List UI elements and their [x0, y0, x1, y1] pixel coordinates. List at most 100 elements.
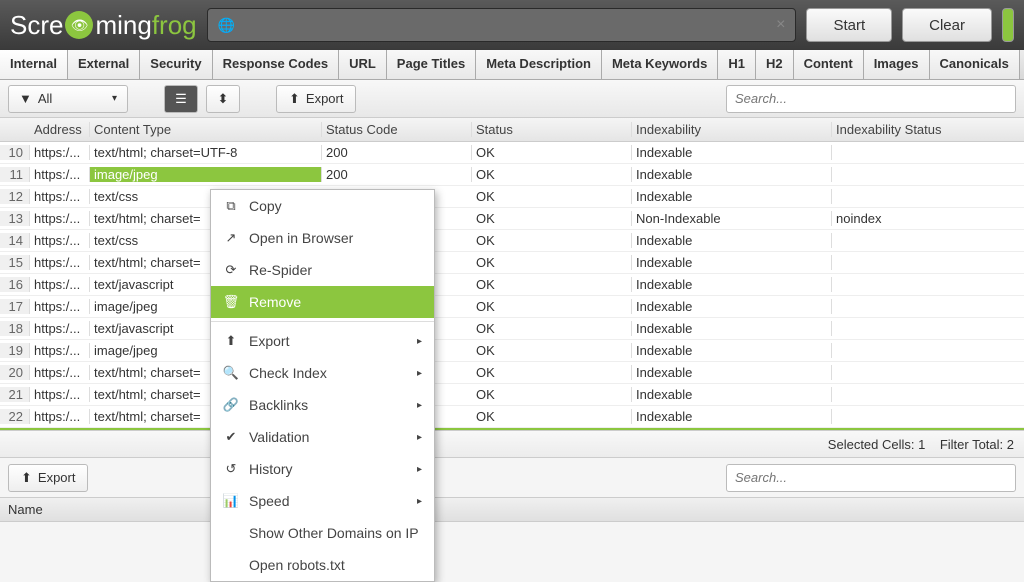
col-status-code[interactable]: Status Code	[322, 122, 472, 137]
cell-indexability[interactable]: Indexable	[632, 387, 832, 402]
cm-check-index[interactable]: 🔍Check Index▸	[211, 357, 434, 389]
cell-status[interactable]: OK	[472, 255, 632, 270]
tab-page-titles[interactable]: Page Titles	[387, 50, 476, 79]
col-indexability[interactable]: Indexability	[632, 122, 832, 137]
cell-content-type[interactable]: text/html; charset=UTF-8	[90, 145, 322, 160]
cell-status[interactable]: OK	[472, 409, 632, 424]
tab-canonicals[interactable]: Canonicals	[930, 50, 1020, 79]
cm-other-domains[interactable]: Show Other Domains on IP	[211, 517, 434, 549]
cm-copy[interactable]: ⧉Copy	[211, 190, 434, 222]
col-indexability-status[interactable]: Indexability Status	[832, 122, 1024, 137]
cm-history[interactable]: ↺History▸	[211, 453, 434, 485]
table-row[interactable]: 21https:/...text/html; charset=OKIndexab…	[0, 384, 1024, 406]
cm-backlinks[interactable]: 🔗Backlinks▸	[211, 389, 434, 421]
tab-images[interactable]: Images	[864, 50, 930, 79]
clear-url-icon[interactable]: ×	[776, 16, 785, 34]
cell-status[interactable]: OK	[472, 343, 632, 358]
cell-address[interactable]: https:/...	[30, 299, 90, 314]
cell-address[interactable]: https:/...	[30, 189, 90, 204]
cell-address[interactable]: https:/...	[30, 277, 90, 292]
cell-indexability[interactable]: Indexable	[632, 299, 832, 314]
cm-export[interactable]: ⬆Export▸	[211, 325, 434, 357]
tab-external[interactable]: External	[68, 50, 140, 79]
url-input[interactable]: 🌐 ×	[207, 8, 797, 42]
table-row[interactable]: 16https:/...text/javascriptOKIndexable	[0, 274, 1024, 296]
clear-button[interactable]: Clear	[902, 8, 992, 42]
table-row[interactable]: 22https:/...text/html; charset=OKIndexab…	[0, 406, 1024, 428]
cell-status[interactable]: OK	[472, 321, 632, 336]
cell-indexability[interactable]: Non-Indexable	[632, 211, 832, 226]
list-view-button[interactable]: ☰	[164, 85, 198, 113]
col-content-type[interactable]: Content Type	[90, 122, 322, 137]
start-button[interactable]: Start	[806, 8, 892, 42]
col-status[interactable]: Status	[472, 122, 632, 137]
cell-indexability[interactable]: Indexable	[632, 255, 832, 270]
cell-status-code[interactable]: 200	[322, 145, 472, 160]
tab-internal[interactable]: Internal	[0, 50, 68, 79]
table-row[interactable]: 15https:/...text/html; charset=OKIndexab…	[0, 252, 1024, 274]
cell-status[interactable]: OK	[472, 211, 632, 226]
cell-indexability[interactable]: Indexable	[632, 365, 832, 380]
tab-meta-keywords[interactable]: Meta Keywords	[602, 50, 718, 79]
cell-indexability[interactable]: Indexable	[632, 409, 832, 424]
cell-address[interactable]: https:/...	[30, 145, 90, 160]
cell-address[interactable]: https:/...	[30, 255, 90, 270]
cell-indexability[interactable]: Indexable	[632, 167, 832, 182]
cell-indexability[interactable]: Indexable	[632, 145, 832, 160]
cell-status[interactable]: OK	[472, 233, 632, 248]
tab-meta-description[interactable]: Meta Description	[476, 50, 602, 79]
cm-open-browser[interactable]: ↗Open in Browser	[211, 222, 434, 254]
cell-address[interactable]: https:/...	[30, 167, 90, 182]
cell-address[interactable]: https:/...	[30, 211, 90, 226]
cell-indexability[interactable]: Indexable	[632, 343, 832, 358]
table-row[interactable]: 18https:/...text/javascriptOKIndexable	[0, 318, 1024, 340]
tree-view-button[interactable]: ⬍	[206, 85, 240, 113]
tab-content[interactable]: Content	[794, 50, 864, 79]
tab-security[interactable]: Security	[140, 50, 212, 79]
cell-indexability[interactable]: Indexable	[632, 189, 832, 204]
filter-dropdown[interactable]: ▼ All ▾	[8, 85, 128, 113]
cm-robots[interactable]: Open robots.txt	[211, 549, 434, 581]
cell-indexability[interactable]: Indexable	[632, 321, 832, 336]
cell-address[interactable]: https:/...	[30, 321, 90, 336]
table-row[interactable]: 12https:/...text/cssOKIndexable	[0, 186, 1024, 208]
green-button[interactable]	[1002, 8, 1014, 42]
table-row[interactable]: 13https:/...text/html; charset=OKNon-Ind…	[0, 208, 1024, 230]
col-address[interactable]: Address	[30, 122, 90, 137]
cell-indexability[interactable]: Indexable	[632, 233, 832, 248]
cm-validation[interactable]: ✔Validation▸	[211, 421, 434, 453]
cell-status[interactable]: OK	[472, 189, 632, 204]
tab-response-codes[interactable]: Response Codes	[213, 50, 339, 79]
cell-status[interactable]: OK	[472, 145, 632, 160]
cell-status[interactable]: OK	[472, 277, 632, 292]
table-row[interactable]: 19https:/...image/jpegOKIndexable	[0, 340, 1024, 362]
table-row[interactable]: 17https:/...image/jpegOKIndexable	[0, 296, 1024, 318]
cm-respider[interactable]: ⟳Re-Spider	[211, 254, 434, 286]
cell-indexability-status[interactable]: noindex	[832, 211, 1024, 226]
cell-status[interactable]: OK	[472, 387, 632, 402]
cm-speed[interactable]: 📊Speed▸	[211, 485, 434, 517]
cell-status-code[interactable]: 200	[322, 167, 472, 182]
cell-status[interactable]: OK	[472, 167, 632, 182]
cell-status[interactable]: OK	[472, 299, 632, 314]
export-button[interactable]: ⬆ Export	[276, 85, 356, 113]
bottom-search-input[interactable]	[726, 464, 1016, 492]
table-row[interactable]: 11https:/...image/jpeg200OKIndexable	[0, 164, 1024, 186]
cm-remove[interactable]: 🗑Remove	[211, 286, 434, 318]
tab-h2[interactable]: H2	[756, 50, 794, 79]
search-input[interactable]	[726, 85, 1016, 113]
cell-indexability[interactable]: Indexable	[632, 277, 832, 292]
table-row[interactable]: 14https:/...text/cssOKIndexable	[0, 230, 1024, 252]
col-name[interactable]: Name	[8, 502, 43, 517]
table-row[interactable]: 10https:/...text/html; charset=UTF-8200O…	[0, 142, 1024, 164]
cell-content-type[interactable]: image/jpeg	[90, 167, 322, 182]
table-row[interactable]: 20https:/...text/html; charset=OKIndexab…	[0, 362, 1024, 384]
cell-address[interactable]: https:/...	[30, 233, 90, 248]
tab-h1[interactable]: H1	[718, 50, 756, 79]
cell-address[interactable]: https:/...	[30, 343, 90, 358]
cell-address[interactable]: https:/...	[30, 365, 90, 380]
cell-address[interactable]: https:/...	[30, 409, 90, 424]
cell-status[interactable]: OK	[472, 365, 632, 380]
bottom-export-button[interactable]: ⬆ Export	[8, 464, 88, 492]
tab-url[interactable]: URL	[339, 50, 387, 79]
